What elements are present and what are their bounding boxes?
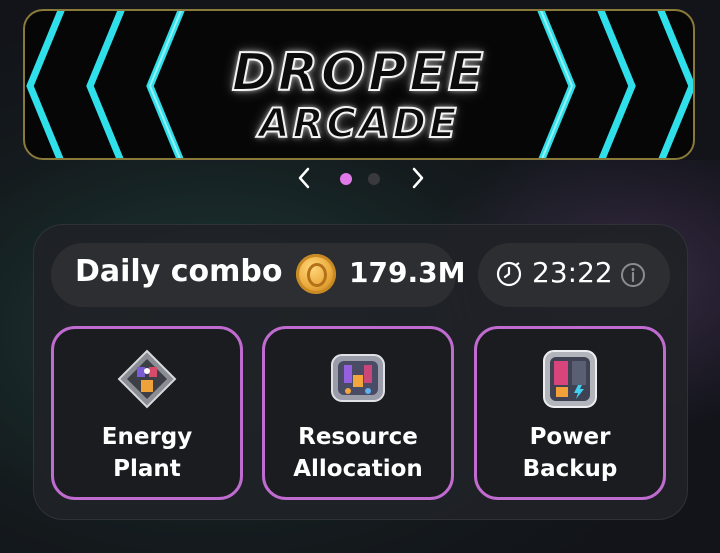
- energy-plant-icon: [117, 349, 177, 409]
- carousel-prev-icon[interactable]: [291, 164, 319, 192]
- combo-card-energy-plant[interactable]: Energy Plant: [51, 326, 243, 500]
- card-label: Energy Plant: [54, 421, 240, 485]
- card-label-line1: Energy: [101, 424, 193, 450]
- timer-value: 23:22: [532, 256, 613, 289]
- combo-card-power-backup[interactable]: Power Backup: [474, 326, 666, 500]
- card-label-line2: Allocation: [293, 456, 423, 482]
- card-label: Resource Allocation: [265, 421, 451, 485]
- banner-title-line2: ARCADE: [258, 100, 460, 148]
- carousel-next-icon[interactable]: [403, 164, 431, 192]
- daily-combo-amount: 179.3M: [349, 256, 466, 289]
- carousel-dot[interactable]: [368, 173, 380, 185]
- resource-allocation-icon: [331, 354, 385, 402]
- dropee-arcade-banner[interactable]: DROPEE ARCADE: [23, 9, 695, 160]
- carousel-dot-active[interactable]: [340, 173, 352, 185]
- timer-icon: [496, 261, 522, 287]
- coin-icon: [296, 254, 336, 294]
- daily-combo-label: Daily combo: [75, 254, 283, 289]
- card-label: Power Backup: [477, 421, 663, 485]
- power-backup-icon: [543, 350, 597, 408]
- info-icon[interactable]: [620, 262, 646, 288]
- banner-title-line1: DROPEE: [231, 42, 487, 104]
- combo-card-resource-allocation[interactable]: Resource Allocation: [262, 326, 454, 500]
- card-label-line2: Plant: [113, 456, 181, 482]
- card-label-line1: Power: [529, 424, 611, 450]
- card-label-line1: Resource: [298, 424, 418, 450]
- card-label-line2: Backup: [522, 456, 618, 482]
